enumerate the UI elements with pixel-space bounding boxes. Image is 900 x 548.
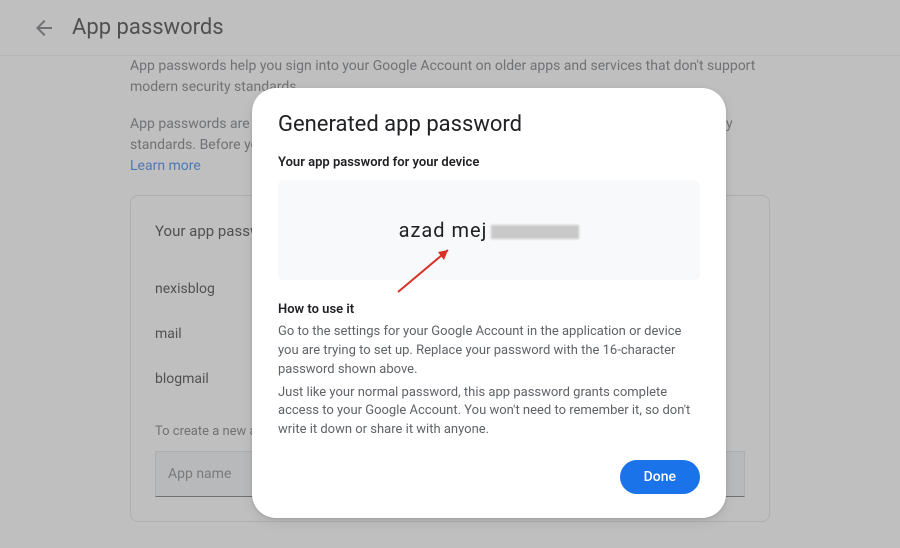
done-button[interactable]: Done: [620, 460, 700, 494]
how-to-text-2: Just like your normal password, this app…: [278, 384, 700, 441]
modal-title: Generated app password: [278, 112, 700, 137]
modal-actions: Done: [278, 460, 700, 494]
annotation-arrow: [388, 242, 468, 307]
how-to-title: How to use it: [278, 302, 700, 317]
how-to-text-1: Go to the settings for your Google Accou…: [278, 323, 700, 380]
password-obscured: [491, 225, 579, 239]
password-display: azad mej: [278, 180, 700, 280]
password-text: azad mej: [399, 218, 488, 242]
generated-password-modal: Generated app password Your app password…: [252, 88, 726, 518]
arrow-icon: [388, 242, 468, 302]
modal-subtitle: Your app password for your device: [278, 155, 700, 170]
